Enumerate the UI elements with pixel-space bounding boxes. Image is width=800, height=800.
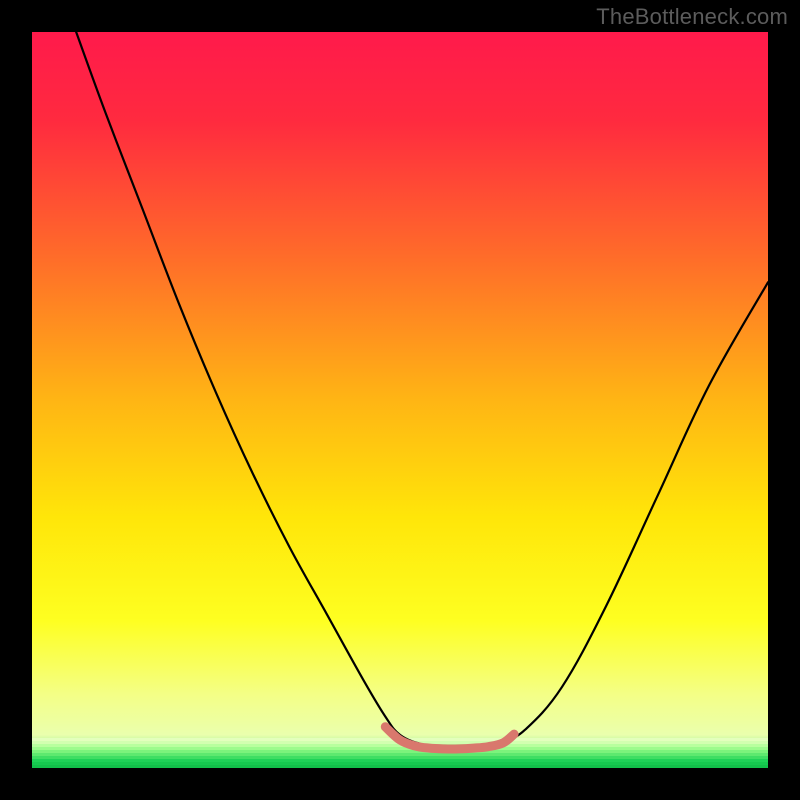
watermark-text: TheBottleneck.com [596,4,788,30]
chart-frame: TheBottleneck.com [0,0,800,800]
curve-layer [32,32,768,768]
optimal-band [385,727,514,749]
bottleneck-curve [76,32,768,748]
plot-area [32,32,768,768]
